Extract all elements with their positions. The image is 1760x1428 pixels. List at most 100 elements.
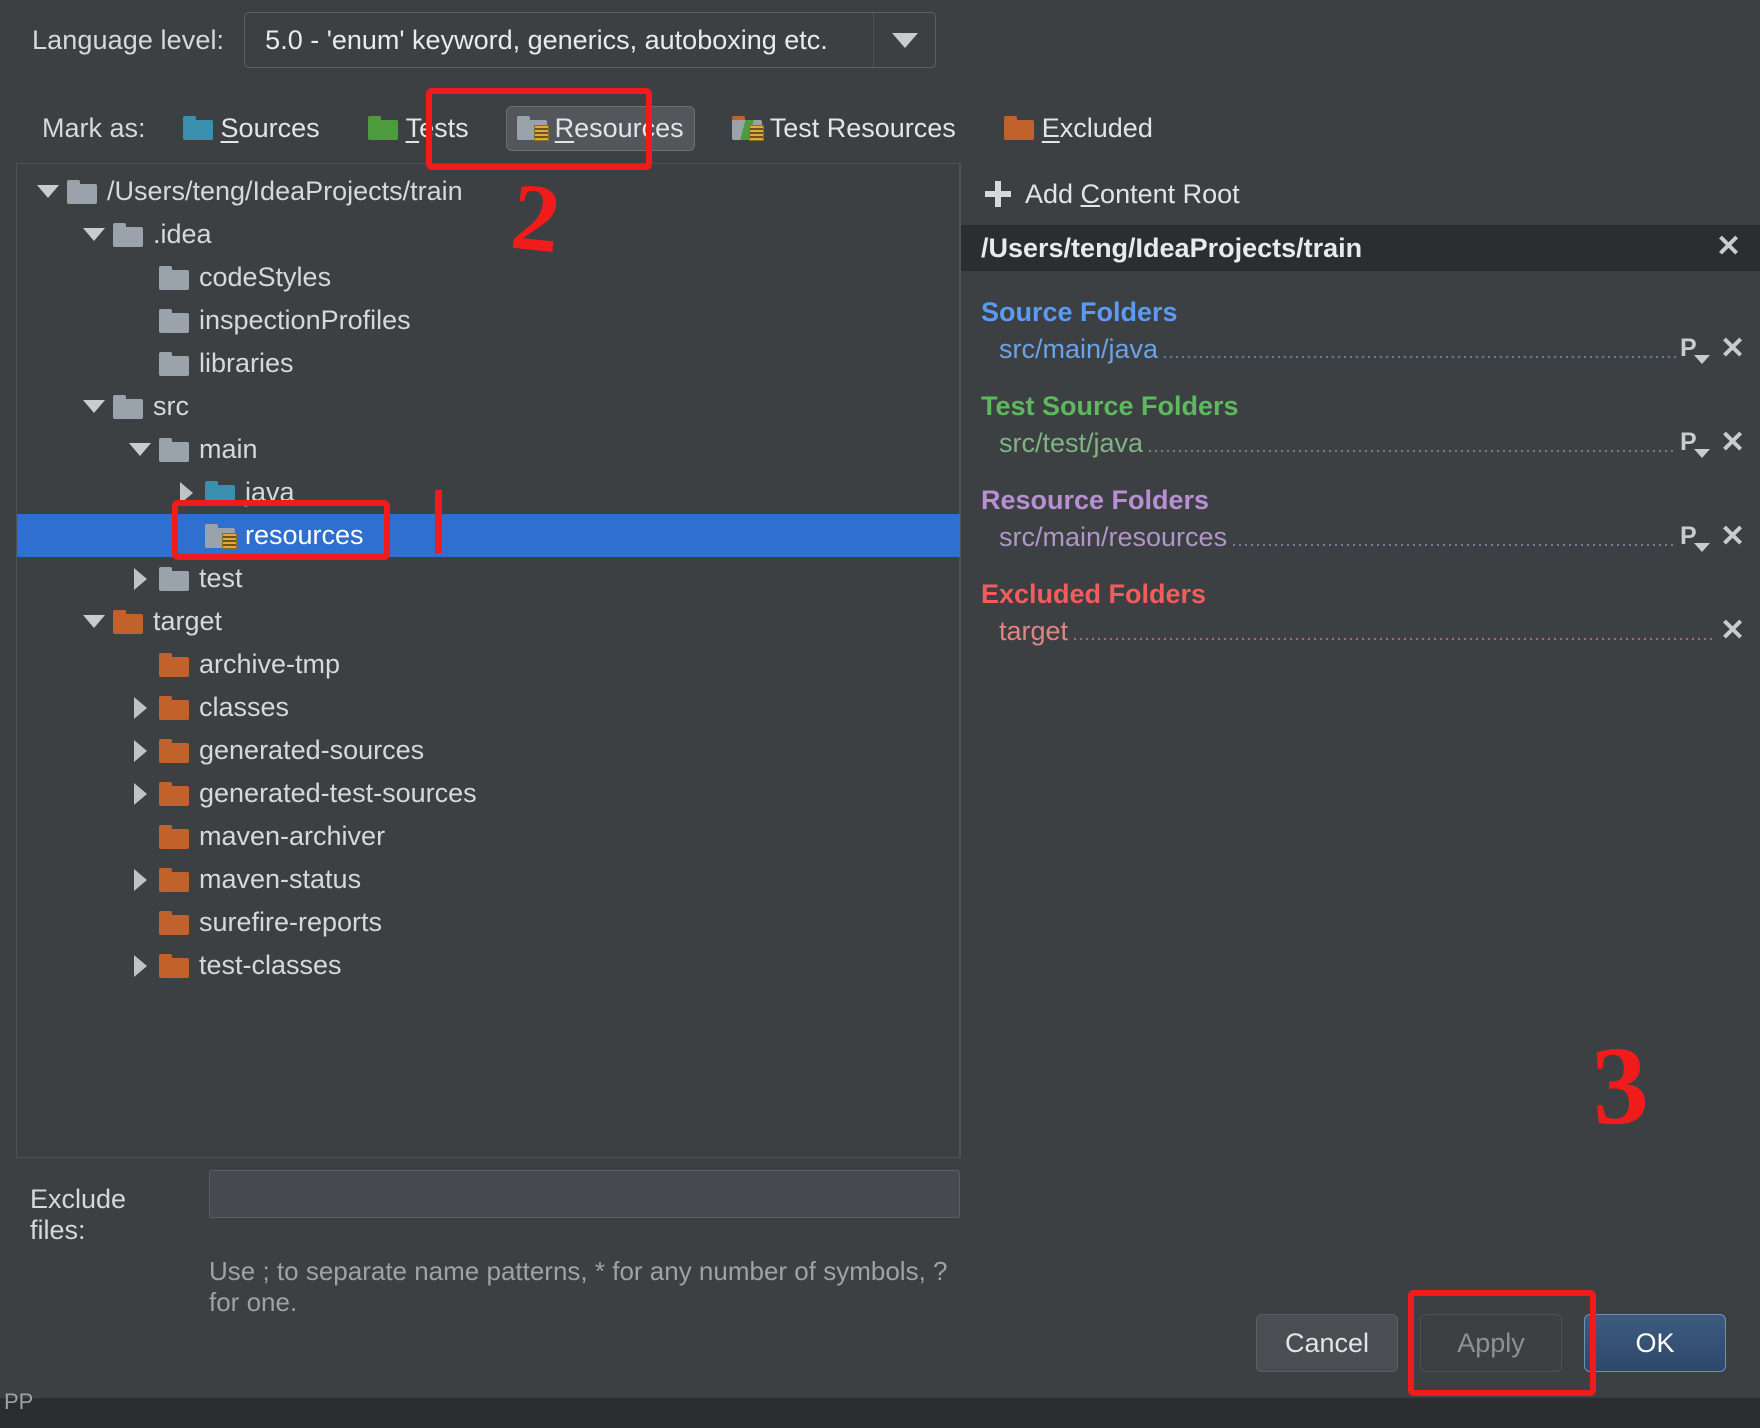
- mark-as-test-resources-button[interactable]: Test Resources: [721, 106, 967, 151]
- tree-row[interactable]: test-classes: [17, 944, 959, 987]
- tree-row-label: codeStyles: [199, 262, 332, 292]
- folder-icon: [159, 308, 189, 333]
- folder-path: target: [999, 616, 1069, 646]
- tree-row[interactable]: surefire-reports: [17, 901, 959, 944]
- tree-row-label: libraries: [199, 348, 294, 378]
- tree-row[interactable]: archive-tmp: [17, 643, 959, 686]
- folder-group-item[interactable]: target ✕: [981, 615, 1760, 647]
- content-root-header[interactable]: /Users/teng/IdeaProjects/train ✕: [961, 225, 1760, 271]
- folder-group: Test Source Folders src/test/java P ✕: [961, 391, 1760, 459]
- folder-icon: [67, 179, 97, 204]
- folder-icon: [159, 910, 189, 935]
- content-root-tree-panel[interactable]: /Users/teng/IdeaProjects/train .idea codeS…: [16, 163, 960, 1158]
- chevron-right-icon[interactable]: [127, 686, 153, 729]
- close-x-icon[interactable]: ✕: [1720, 615, 1746, 647]
- chevron-down-icon[interactable]: [81, 213, 107, 256]
- language-level-row: Language level: 5.0 - 'enum' keyword, ge…: [0, 0, 1760, 80]
- chevron-down-icon[interactable]: [81, 385, 107, 428]
- tree-row[interactable]: generated-sources: [17, 729, 959, 772]
- tree-row[interactable]: main: [17, 428, 959, 471]
- resources-folder-icon: [516, 116, 549, 141]
- mark-as-label: Mark as:: [42, 112, 146, 143]
- tree-row[interactable]: classes: [17, 686, 959, 729]
- mark-as-excluded-button[interactable]: Excluded: [993, 106, 1164, 151]
- folder-group-item[interactable]: src/main/resources P ✕: [981, 521, 1760, 553]
- excluded-folder-icon: [1003, 116, 1034, 140]
- bottom-strip: PP: [0, 1389, 1760, 1428]
- folder-icon: [205, 523, 237, 549]
- folder-path: src/main/java: [999, 334, 1159, 364]
- tree-row[interactable]: maven-status: [17, 858, 959, 901]
- tree-row-label: main: [199, 434, 258, 464]
- chevron-down-icon[interactable]: [873, 13, 935, 67]
- folder-group-item[interactable]: src/main/java P ✕: [981, 333, 1760, 365]
- folder-icon: [159, 738, 189, 763]
- mark-as-resources-label: Resources: [554, 112, 684, 143]
- chevron-right-icon[interactable]: [173, 471, 199, 514]
- close-x-icon[interactable]: ✕: [1720, 333, 1746, 365]
- tests-folder-icon: [367, 116, 398, 140]
- folder-tree[interactable]: /Users/teng/IdeaProjects/train .idea codeS…: [17, 170, 960, 987]
- tree-row[interactable]: codeStyles: [17, 256, 959, 299]
- folder-group-title: Test Source Folders: [981, 391, 1239, 421]
- close-x-icon[interactable]: ✕: [1716, 232, 1742, 263]
- folder-icon: [159, 695, 189, 720]
- mark-as-resources-button[interactable]: Resources: [505, 105, 695, 151]
- chevron-down-icon[interactable]: [81, 600, 107, 643]
- exclude-files-input[interactable]: [208, 1170, 960, 1218]
- folder-icon: [159, 437, 189, 462]
- content-root-details-panel: Add Content Root /Users/teng/IdeaProject…: [960, 163, 1760, 1158]
- folder-icon: [113, 222, 143, 247]
- chevron-down-icon[interactable]: [127, 428, 153, 471]
- package-prefix-icon[interactable]: P: [1680, 523, 1710, 553]
- chevron-right-icon[interactable]: [127, 772, 153, 815]
- tree-row-label: /Users/teng/IdeaProjects/train: [107, 176, 463, 206]
- mark-as-sources-label: Sources: [220, 112, 320, 143]
- tree-row[interactable]: src: [17, 385, 959, 428]
- tree-row[interactable]: generated-test-sources: [17, 772, 959, 815]
- tree-row[interactable]: java: [17, 471, 959, 514]
- tree-row[interactable]: test: [17, 557, 959, 600]
- folder-path: src/test/java: [999, 428, 1144, 458]
- tree-row-label: inspectionProfiles: [199, 305, 411, 335]
- folder-icon: [159, 824, 189, 849]
- folder-group-item[interactable]: src/test/java P ✕: [981, 427, 1760, 459]
- tree-row[interactable]: libraries: [17, 342, 959, 385]
- ok-button[interactable]: OK: [1584, 1314, 1726, 1372]
- close-x-icon[interactable]: ✕: [1720, 521, 1746, 553]
- tree-row[interactable]: .idea: [17, 213, 959, 256]
- tree-row[interactable]: resources: [17, 514, 960, 557]
- folder-icon: [159, 265, 189, 290]
- folder-group-title: Source Folders: [981, 297, 1178, 327]
- tree-row-label: classes: [199, 692, 290, 722]
- mark-as-sources-button[interactable]: Sources: [172, 106, 331, 151]
- dotted-leader: [1072, 621, 1716, 642]
- test-resources-folder-icon: [731, 116, 764, 141]
- apply-button[interactable]: Apply: [1420, 1314, 1562, 1372]
- mark-as-row: Mark as: Sources Tests Resources Test Re…: [0, 97, 1760, 159]
- tree-row[interactable]: /Users/teng/IdeaProjects/train: [17, 170, 959, 213]
- folder-icon: [159, 351, 189, 376]
- folder-group: Excluded Folders target ✕: [961, 579, 1760, 647]
- package-prefix-icon[interactable]: P: [1680, 335, 1710, 365]
- chevron-down-icon[interactable]: [35, 170, 61, 213]
- package-prefix-icon[interactable]: P: [1680, 429, 1710, 459]
- close-x-icon[interactable]: ✕: [1720, 427, 1746, 459]
- mark-as-tests-button[interactable]: Tests: [357, 106, 480, 151]
- chevron-right-icon[interactable]: [127, 729, 153, 772]
- mark-as-tests-label: Tests: [405, 112, 469, 143]
- tree-row[interactable]: maven-archiver: [17, 815, 959, 858]
- chevron-right-icon[interactable]: [127, 944, 153, 987]
- cancel-button[interactable]: Cancel: [1256, 1314, 1398, 1372]
- tree-row[interactable]: inspectionProfiles: [17, 299, 959, 342]
- chevron-right-icon[interactable]: [127, 557, 153, 600]
- language-level-combobox[interactable]: 5.0 - 'enum' keyword, generics, autoboxi…: [244, 12, 937, 68]
- tree-row[interactable]: target: [17, 600, 959, 643]
- chevron-right-icon[interactable]: [127, 858, 153, 901]
- project-structure-dialog: Language level: 5.0 - 'enum' keyword, ge…: [0, 0, 1760, 1428]
- add-content-root-button[interactable]: Add Content Root: [961, 163, 1760, 225]
